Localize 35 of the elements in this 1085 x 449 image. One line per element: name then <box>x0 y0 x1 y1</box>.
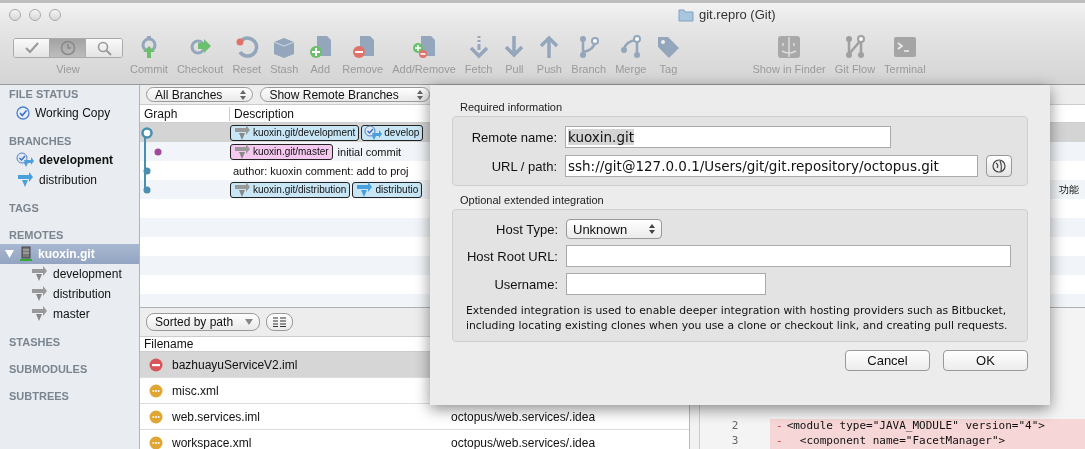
field-label: Host Type: <box>495 221 559 237</box>
section-heading: SUBTREES <box>8 389 70 404</box>
window-title: git.repro (Git) <box>699 7 776 22</box>
field-label: Username: <box>493 276 559 292</box>
branch-tag: kuoxin.git/master <box>230 143 333 160</box>
file-name: bazhuayuServiceV2.iml <box>172 357 298 372</box>
section-heading: STASHES <box>8 335 62 350</box>
section-heading: TAGS <box>8 201 40 216</box>
field-label: Remote name: <box>470 129 558 145</box>
file-path: octopus/web.services/.idea <box>451 435 596 449</box>
section-heading: SUBMODULES <box>8 362 89 377</box>
file-name: web.services.iml <box>172 409 261 424</box>
field-label: URL / path: <box>490 158 558 174</box>
diff-marker: - <box>776 434 783 449</box>
branch-tag: kuoxin.git/development <box>230 124 360 141</box>
file-name: workspace.xml <box>172 435 252 449</box>
code-line: <component name="FacetManager"> <box>798 434 1006 449</box>
view-label: View <box>56 63 80 75</box>
branch-tag: kuoxin.git/distribution <box>230 181 351 198</box>
section-heading: Optional extended integration <box>459 194 605 206</box>
commit-message: 功能 <box>1059 183 1079 197</box>
file-name: misc.xml <box>172 383 219 398</box>
section-heading: Required information <box>459 101 564 113</box>
diff-marker: - <box>776 419 783 434</box>
file-path: octopus/web.services/.idea <box>451 409 596 424</box>
branch-tag: distributio <box>352 181 423 198</box>
commit-message: author: kuoxin comment: add to proj <box>232 164 409 177</box>
code-line: <module type="JAVA_MODULE" version="4"> <box>786 419 1045 434</box>
commit-message: initial commit <box>336 145 402 158</box>
section-heading: REMOTES <box>8 228 65 243</box>
branch-tag: develop <box>361 124 424 141</box>
field-label: Host Root URL: <box>465 248 559 264</box>
section-heading: FILE STATUS <box>8 87 80 102</box>
section-heading: BRANCHES <box>8 134 73 149</box>
description-text: Extended integration is used to enable deeper integration with hosting providers such as Bitbucket, including locating existing clones when you use a clone or checkout link, and creating pull requests. <box>466 303 1009 333</box>
